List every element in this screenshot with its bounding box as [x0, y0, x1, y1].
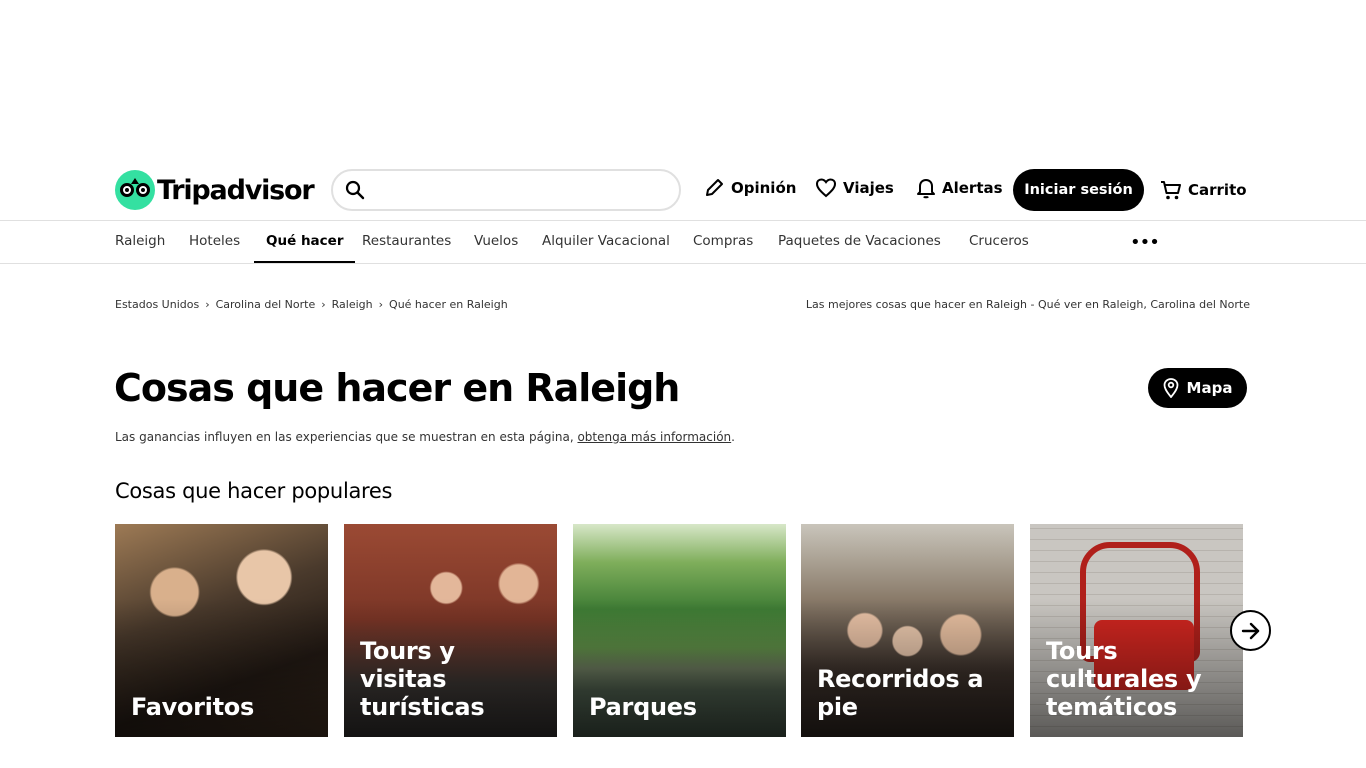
chevron-right-icon: ›	[205, 298, 210, 311]
alerts-label: Alertas	[942, 179, 1003, 197]
subnav-item-vacation-packages[interactable]: Paquetes de Vacaciones	[778, 221, 941, 263]
pencil-icon	[706, 179, 723, 196]
tripadvisor-logo[interactable]: Tripadvisor	[115, 170, 315, 210]
breadcrumb-item[interactable]: Estados Unidos	[115, 298, 199, 311]
card-label: Favoritos	[131, 693, 254, 721]
more-options-icon[interactable]: •••	[1130, 232, 1160, 253]
category-card-walking-tours[interactable]: Recorridos a pie	[801, 524, 1014, 737]
page-title: Cosas que hacer en Raleigh	[114, 366, 680, 410]
subnav-item-things-to-do[interactable]: Qué hacer	[254, 221, 356, 263]
subnav-item-cruises[interactable]: Cruceros	[969, 221, 1029, 263]
heart-icon	[815, 178, 837, 198]
card-label: Parques	[589, 693, 697, 721]
map-button[interactable]: Mapa	[1148, 368, 1247, 408]
login-button[interactable]: Iniciar sesión	[1013, 169, 1144, 211]
learn-more-link[interactable]: obtenga más información	[577, 430, 731, 444]
card-label: Tours y visitas turísticas	[360, 637, 485, 721]
cart-link[interactable]: Carrito	[1160, 179, 1247, 201]
secondary-nav: Raleigh Hoteles Qué hacer Restaurantes V…	[0, 220, 1366, 264]
disclaimer-end: .	[731, 430, 735, 444]
map-label: Mapa	[1186, 379, 1233, 397]
subnav-item-hotels[interactable]: Hoteles	[189, 221, 240, 263]
subnav-item-vacation-rentals[interactable]: Alquiler Vacacional	[542, 221, 670, 263]
breadcrumb-item-current: Qué hacer en Raleigh	[389, 298, 508, 311]
search-input[interactable]	[377, 177, 667, 203]
bell-icon	[917, 179, 935, 199]
card-label: Recorridos a pie	[817, 665, 984, 721]
arrow-right-icon	[1241, 622, 1259, 639]
trips-label: Viajes	[843, 179, 894, 197]
chevron-right-icon: ›	[321, 298, 326, 311]
search-icon	[345, 180, 365, 200]
alerts-link[interactable]: Alertas	[916, 177, 1003, 199]
search-box[interactable]	[331, 169, 681, 211]
map-pin-icon	[1163, 378, 1178, 398]
subnav-item-flights[interactable]: Vuelos	[474, 221, 518, 263]
category-card-tours[interactable]: Tours y visitas turísticas	[344, 524, 557, 737]
owl-logo-icon	[115, 170, 155, 210]
carousel-next-button[interactable]	[1230, 610, 1271, 651]
disclaimer-text: Las ganancias influyen en las experienci…	[115, 430, 578, 444]
review-link[interactable]: Opinión	[703, 177, 796, 199]
page-subtitle: Las mejores cosas que hacer en Raleigh -…	[805, 298, 1250, 311]
disclaimer: Las ganancias influyen en las experienci…	[115, 430, 735, 444]
top-header: Tripadvisor Opinión Viajes Alertas Inici…	[0, 168, 1366, 220]
category-card-favorites[interactable]: Favoritos	[115, 524, 328, 737]
section-title: Cosas que hacer populares	[115, 479, 393, 503]
subnav-item-shopping[interactable]: Compras	[693, 221, 753, 263]
subnav-item-restaurants[interactable]: Restaurantes	[362, 221, 451, 263]
logo-text: Tripadvisor	[157, 174, 315, 206]
cart-icon	[1161, 181, 1181, 200]
category-card-parks[interactable]: Parques	[573, 524, 786, 737]
breadcrumb: Estados Unidos › Carolina del Norte › Rale…	[115, 298, 508, 311]
breadcrumb-item[interactable]: Raleigh	[332, 298, 373, 311]
cart-label: Carrito	[1188, 181, 1247, 199]
subnav-item-raleigh[interactable]: Raleigh	[115, 221, 165, 263]
chevron-right-icon: ›	[378, 298, 384, 311]
category-card-cultural-tours[interactable]: Tours culturales y temáticos	[1030, 524, 1243, 737]
trips-link[interactable]: Viajes	[815, 177, 894, 199]
review-label: Opinión	[731, 179, 797, 197]
breadcrumb-item[interactable]: Carolina del Norte	[216, 298, 316, 311]
card-label: Tours culturales y temáticos	[1046, 637, 1202, 721]
